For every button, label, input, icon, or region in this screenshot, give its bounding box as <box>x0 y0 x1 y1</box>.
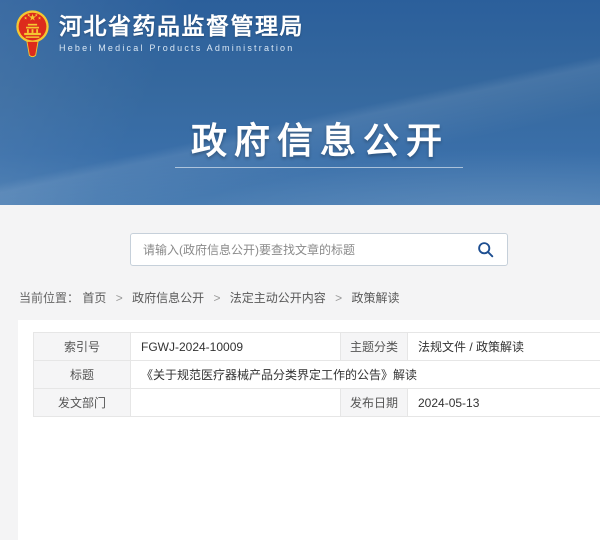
table-row: 索引号 FGWJ-2024-10009 主题分类 法规文件 / 政策解读 <box>34 333 600 361</box>
site-title-zh: 河北省药品监督管理局 <box>59 12 304 40</box>
field-value-index-number: FGWJ-2024-10009 <box>131 333 341 361</box>
field-value-title: 《关于规范医疗器械产品分类界定工作的公告》解读 <box>131 361 600 389</box>
svg-text:★: ★ <box>38 16 42 21</box>
site-logo[interactable]: ★ ★ ★ ★ ★ 河北省药品监督管理局 Hebei Medical Produ… <box>14 7 304 61</box>
search-icon <box>477 241 494 258</box>
breadcrumb-item-home[interactable]: 首页 <box>82 291 106 305</box>
field-value-issuing-department <box>131 389 341 417</box>
breadcrumb-prefix: 当前位置： <box>19 291 79 305</box>
field-value-topic-category: 法规文件 / 政策解读 <box>408 333 600 361</box>
table-row: 发文部门 发布日期 2024-05-13 <box>34 389 600 417</box>
field-value-publish-date: 2024-05-13 <box>408 389 600 417</box>
content-panel: 索引号 FGWJ-2024-10009 主题分类 法规文件 / 政策解读 标题 … <box>18 320 600 540</box>
page-banner-title: 政府信息公开 <box>0 112 600 164</box>
search-box <box>130 233 508 266</box>
banner-underline <box>175 167 463 168</box>
search-button[interactable] <box>463 234 507 265</box>
breadcrumb-separator: > <box>213 291 220 305</box>
breadcrumb-separator: > <box>335 291 342 305</box>
field-label-issuing-department: 发文部门 <box>34 389 131 417</box>
site-header-banner: ★ ★ ★ ★ ★ 河北省药品监督管理局 Hebei Medical Produ… <box>0 0 600 205</box>
site-title-en: Hebei Medical Products Administration <box>59 43 304 53</box>
field-label-title: 标题 <box>34 361 131 389</box>
breadcrumb-item-gov-info[interactable]: 政府信息公开 <box>132 291 204 305</box>
breadcrumb-item-policy-interpretation[interactable]: 政策解读 <box>352 291 400 305</box>
breadcrumb-item-statutory-disclosure[interactable]: 法定主动公开内容 <box>230 291 326 305</box>
svg-text:★: ★ <box>27 12 31 17</box>
field-label-publish-date: 发布日期 <box>341 389 408 417</box>
field-label-index-number: 索引号 <box>34 333 131 361</box>
breadcrumb-separator: > <box>116 291 123 305</box>
search-input[interactable] <box>131 234 463 265</box>
breadcrumb: 当前位置： 首页 > 政府信息公开 > 法定主动公开内容 > 政策解读 <box>19 289 400 306</box>
field-label-topic-category: 主题分类 <box>341 333 408 361</box>
table-row: 标题 《关于规范医疗器械产品分类界定工作的公告》解读 <box>34 361 600 389</box>
document-info-table: 索引号 FGWJ-2024-10009 主题分类 法规文件 / 政策解读 标题 … <box>33 332 600 417</box>
china-national-emblem-icon: ★ ★ ★ ★ ★ <box>14 7 51 61</box>
